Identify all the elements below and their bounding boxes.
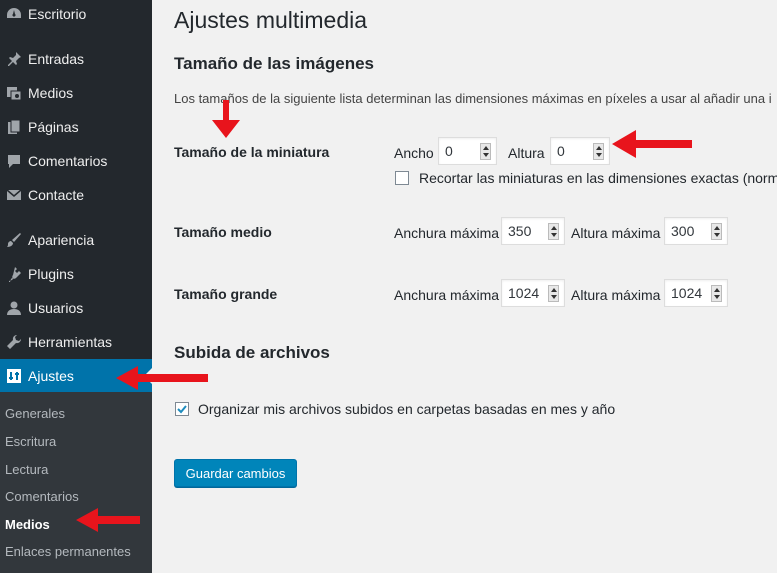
menu-item-medios[interactable]: Medios — [0, 76, 152, 110]
submenu-item-generales[interactable]: Generales — [5, 406, 65, 421]
crop-thumbnails-label: Recortar las miniaturas en las dimension… — [419, 170, 777, 186]
large-height-input[interactable]: 1024 — [664, 279, 728, 307]
admin-sidebar: Escritorio Entradas Medios Páginas Comen… — [0, 0, 152, 573]
menu-label: Contacte — [28, 187, 85, 203]
thumbnail-size-label: Tamaño de la miniatura — [174, 144, 330, 160]
media-icon — [0, 85, 28, 101]
section-description: Los tamaños de la siguiente lista determ… — [174, 91, 772, 106]
section-title-uploads: Subida de archivos — [174, 343, 330, 362]
left-arrow-icon — [116, 366, 208, 390]
menu-item-usuarios[interactable]: Usuarios — [0, 291, 152, 325]
left-arrow-icon — [76, 508, 140, 532]
down-arrow-icon — [212, 100, 240, 138]
organize-uploads-label: Organizar mis archivos subidos en carpet… — [198, 401, 616, 417]
medium-width-label: Anchura máxima — [394, 225, 500, 241]
menu-item-escritorio[interactable]: Escritorio — [0, 0, 152, 31]
spinner-icon[interactable] — [711, 223, 722, 240]
menu-label: Comentarios — [28, 153, 108, 169]
spinner-icon[interactable] — [548, 285, 559, 302]
spinner-icon[interactable] — [711, 285, 722, 302]
submenu-item-comentarios[interactable]: Comentarios — [5, 489, 79, 504]
menu-item-plugins[interactable]: Plugins — [0, 257, 152, 291]
plugin-icon — [0, 266, 28, 282]
medium-height-input[interactable]: 300 — [664, 217, 728, 245]
medium-height-label: Altura máxima — [571, 225, 661, 241]
menu-item-comentarios[interactable]: Comentarios — [0, 144, 152, 178]
large-width-input[interactable]: 1024 — [501, 279, 565, 307]
pin-icon — [0, 51, 28, 67]
settings-submenu: Generales Escritura Lectura Comentarios … — [0, 392, 152, 573]
brush-icon — [0, 232, 28, 248]
large-size-label: Tamaño grande — [174, 286, 278, 302]
crop-thumbnails-checkbox[interactable] — [395, 171, 409, 185]
thumbnail-width-label: Ancho — [394, 145, 434, 161]
menu-label: Escritorio — [28, 6, 87, 22]
save-changes-button[interactable]: Guardar cambios — [174, 459, 297, 487]
menu-item-apariencia[interactable]: Apariencia — [0, 223, 152, 257]
menu-item-entradas[interactable]: Entradas — [0, 42, 152, 76]
menu-item-paginas[interactable]: Páginas — [0, 110, 152, 144]
large-width-label: Anchura máxima — [394, 287, 500, 303]
organize-uploads-checkbox[interactable] — [175, 402, 189, 416]
left-arrow-icon — [612, 130, 692, 158]
main-content: Ajustes multimedia Tamaño de las imágene… — [152, 0, 777, 573]
menu-label: Plugins — [28, 266, 74, 282]
submenu-item-medios[interactable]: Medios — [5, 517, 50, 532]
menu-item-herramientas[interactable]: Herramientas — [0, 325, 152, 359]
submenu-item-lectura[interactable]: Lectura — [5, 462, 48, 477]
menu-label: Apariencia — [28, 232, 95, 248]
thumbnail-height-input[interactable]: 0 — [550, 137, 610, 165]
submenu-item-enlaces-permanentes[interactable]: Enlaces permanentes — [5, 544, 131, 559]
thumbnail-width-input[interactable]: 0 — [438, 137, 497, 165]
menu-item-contacte[interactable]: Contacte — [0, 178, 152, 212]
menu-label: Ajustes — [28, 368, 74, 384]
spinner-icon[interactable] — [593, 143, 604, 160]
section-title-images: Tamaño de las imágenes — [174, 54, 374, 73]
menu-label: Entradas — [28, 51, 85, 67]
settings-icon — [0, 368, 28, 384]
medium-size-label: Tamaño medio — [174, 224, 272, 240]
submenu-item-escritura[interactable]: Escritura — [5, 434, 56, 449]
user-icon — [0, 300, 28, 316]
menu-label: Herramientas — [28, 334, 113, 350]
thumbnail-height-label: Altura — [508, 145, 545, 161]
wrench-icon — [0, 334, 28, 350]
comments-icon — [0, 153, 28, 169]
menu-label: Páginas — [28, 119, 79, 135]
mail-icon — [0, 187, 28, 203]
dashboard-icon — [0, 6, 28, 22]
menu-label: Medios — [28, 85, 74, 101]
pages-icon — [0, 119, 28, 135]
spinner-icon[interactable] — [480, 143, 491, 160]
large-height-label: Altura máxima — [571, 287, 661, 303]
spinner-icon[interactable] — [548, 223, 559, 240]
medium-width-input[interactable]: 350 — [501, 217, 565, 245]
menu-label: Usuarios — [28, 300, 84, 316]
page-title: Ajustes multimedia — [174, 7, 368, 33]
checkmark-icon — [177, 405, 187, 414]
